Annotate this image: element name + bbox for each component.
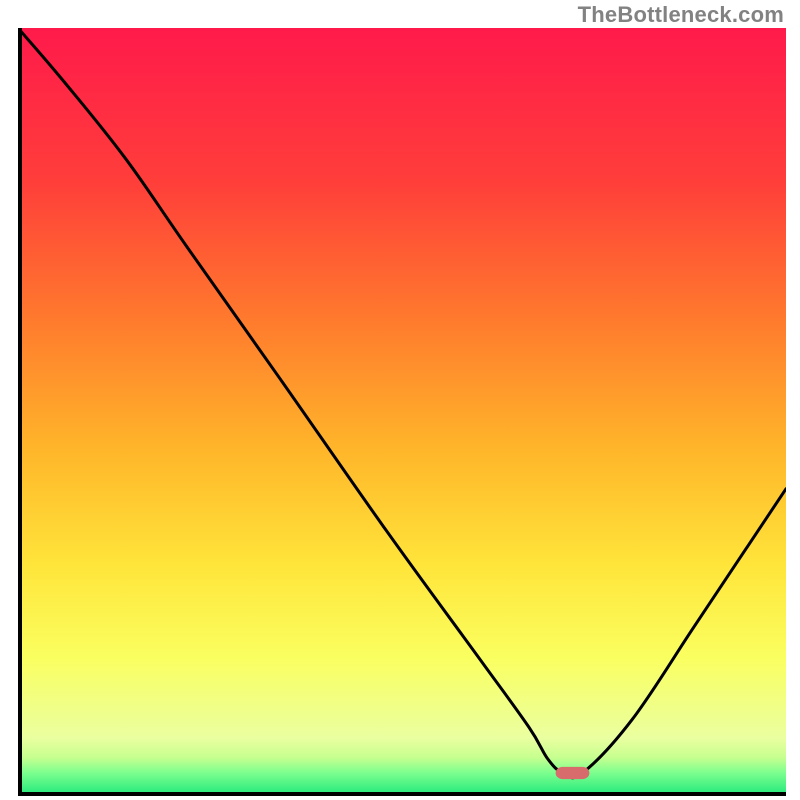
x-axis <box>18 792 786 796</box>
gradient-background <box>18 28 786 796</box>
chart-svg <box>18 28 786 796</box>
y-axis <box>18 28 22 796</box>
optimal-marker <box>556 767 590 779</box>
watermark-text: TheBottleneck.com <box>578 2 784 28</box>
bottleneck-chart <box>18 28 786 796</box>
